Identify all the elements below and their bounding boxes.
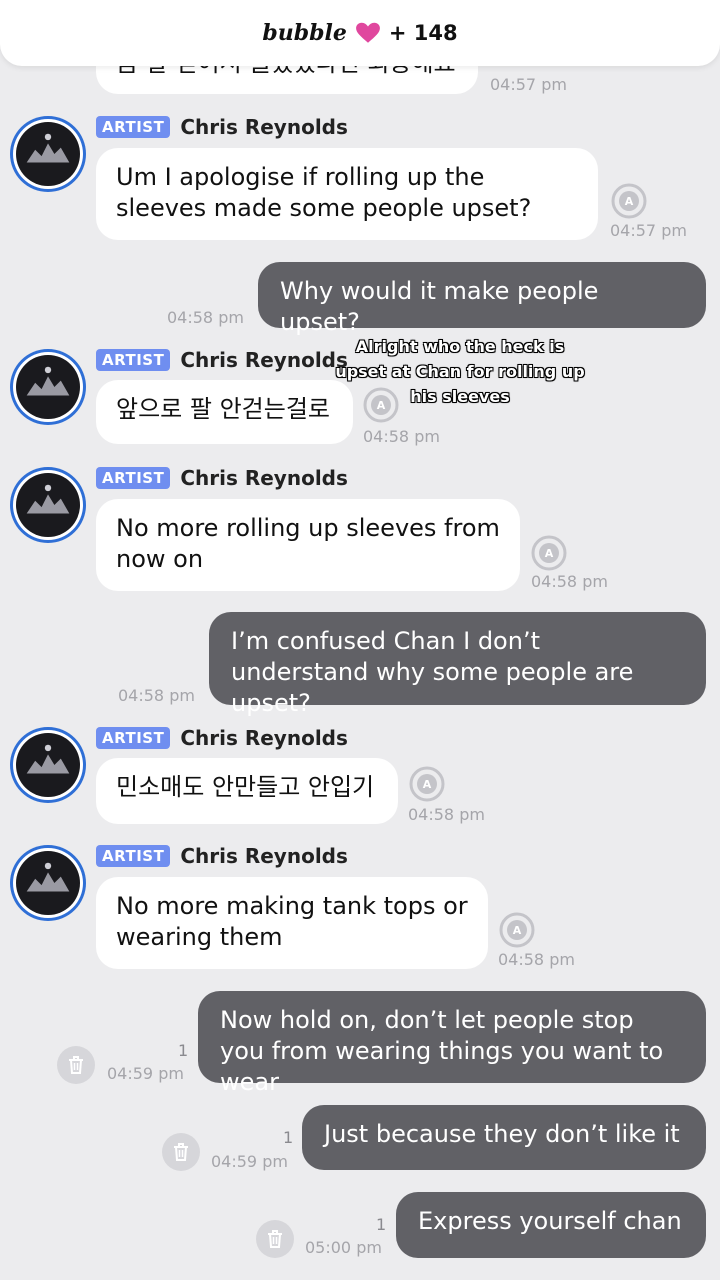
message-time: 04:58 pm <box>363 427 440 446</box>
message-text: Now hold on, don’t let people stop you f… <box>220 1006 664 1096</box>
message-bubble[interactable]: No more rolling up sleeves from now on <box>96 499 520 591</box>
message-text: No more making tank tops or wearing them <box>116 892 468 951</box>
message-bubble-sent[interactable]: Now hold on, don’t let people stop you f… <box>198 991 706 1096</box>
message-text: 앞으로 팔 안걷는걸로 <box>116 395 330 423</box>
message-bubble[interactable]: 민소매도 안만들고 안입기 <box>96 758 398 824</box>
message-bubble-sent[interactable]: I’m confused Chan I don’t understand why… <box>209 612 706 717</box>
unread-count: 1 <box>178 1041 189 1060</box>
message-time: 04:57 pm <box>490 75 567 94</box>
message-bubble-sent[interactable]: Why would it make people upset? <box>258 262 706 336</box>
message-time: 04:58 pm <box>498 950 575 969</box>
message-text: 민소매도 안만들고 안입기 <box>116 773 375 801</box>
artist-badge: ARTIST <box>96 116 171 138</box>
heart-icon[interactable] <box>355 20 381 46</box>
translate-icon[interactable]: A <box>610 182 648 220</box>
artist-badge: ARTIST <box>96 349 171 371</box>
artist-badge: ARTIST <box>96 467 171 489</box>
sender-row: ARTIST Chris Reynolds <box>96 844 348 868</box>
message-time: 04:59 pm <box>211 1152 288 1171</box>
message-time: 04:57 pm <box>610 221 687 240</box>
sender-name: Chris Reynolds <box>180 726 348 750</box>
message-bubble-sent[interactable]: Just because they don’t like it <box>302 1105 706 1170</box>
sender-row: ARTIST Chris Reynolds <box>96 726 348 750</box>
message-text: Just because they don’t like it <box>324 1120 680 1148</box>
message-bubble[interactable]: No more making tank tops or wearing them <box>96 877 488 969</box>
artist-badge: ARTIST <box>96 727 171 749</box>
message-bubble-sent[interactable]: Express yourself chan <box>396 1192 706 1258</box>
message-time: 04:58 pm <box>167 308 244 327</box>
artist-avatar[interactable] <box>10 116 86 192</box>
artist-avatar[interactable] <box>10 349 86 425</box>
message-bubble[interactable]: Um I apologise if rolling up the sleeves… <box>96 148 598 240</box>
artist-avatar[interactable] <box>10 727 86 803</box>
sender-name: Chris Reynolds <box>180 115 348 139</box>
message-time: 04:58 pm <box>118 686 195 705</box>
svg-text:A: A <box>513 924 522 937</box>
unread-count: 1 <box>283 1128 294 1147</box>
sender-name: Chris Reynolds <box>180 348 348 372</box>
top-bar: bubble + 148 <box>0 0 720 66</box>
svg-text:A: A <box>423 778 432 791</box>
sender-row: ARTIST Chris Reynolds <box>96 466 348 490</box>
delete-icon[interactable] <box>57 1046 95 1084</box>
heart-count: + 148 <box>388 21 458 45</box>
message-text: Um I apologise if rolling up the sleeves… <box>116 163 532 222</box>
app-logo: bubble <box>262 20 347 46</box>
translate-icon[interactable]: A <box>498 911 536 949</box>
artist-avatar[interactable] <box>10 845 86 921</box>
translate-icon[interactable]: A <box>530 534 568 572</box>
sender-row: ARTIST Chris Reynolds <box>96 348 348 372</box>
message-time: 04:58 pm <box>531 572 608 591</box>
unread-count: 1 <box>376 1215 387 1234</box>
artist-badge: ARTIST <box>96 845 171 867</box>
video-caption-overlay: Alright who the heck is upset at Chan fo… <box>335 337 585 406</box>
message-text: Express yourself chan <box>418 1207 682 1235</box>
message-text: No more rolling up sleeves from now on <box>116 514 500 573</box>
sender-row: ARTIST Chris Reynolds <box>96 115 348 139</box>
svg-text:A: A <box>625 195 634 208</box>
message-text: I’m confused Chan I don’t understand why… <box>231 627 634 717</box>
message-bubble[interactable]: 앞으로 팔 안걷는걸로 <box>96 380 353 444</box>
sender-name: Chris Reynolds <box>180 466 348 490</box>
svg-text:A: A <box>545 547 554 560</box>
message-time: 05:00 pm <box>305 1238 382 1257</box>
translate-icon[interactable]: A <box>408 765 446 803</box>
artist-avatar[interactable] <box>10 467 86 543</box>
delete-icon[interactable] <box>256 1220 294 1258</box>
message-time: 04:58 pm <box>408 805 485 824</box>
message-time: 04:59 pm <box>107 1064 184 1083</box>
delete-icon[interactable] <box>162 1133 200 1171</box>
message-text: Why would it make people upset? <box>280 277 599 336</box>
sender-name: Chris Reynolds <box>180 844 348 868</box>
chat-thread[interactable]: 음 팔 걷어서 놀랐었다면 죄송해요 04:57 pm ARTIST Chris… <box>0 0 720 1280</box>
